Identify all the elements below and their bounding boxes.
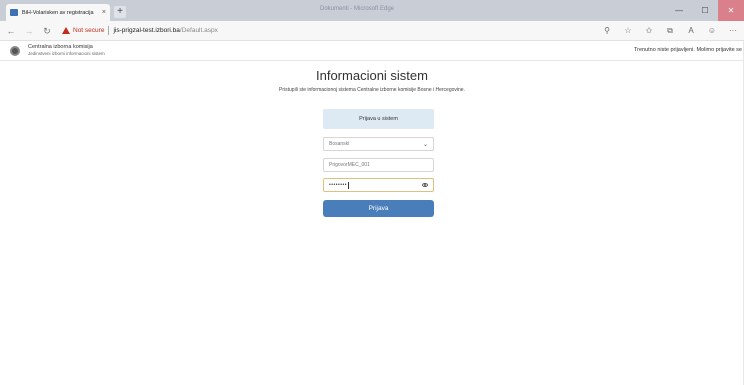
password-value: ••••••••	[329, 182, 348, 188]
url-path: /Default.aspx	[179, 27, 218, 34]
password-field[interactable]: ••••••••	[323, 178, 434, 192]
tab-close-icon[interactable]: ×	[102, 9, 106, 16]
logo-icon[interactable]	[10, 46, 20, 56]
browser-toolbar: ⚲ ☆ ✩ ⧉ A ☺ ···	[602, 24, 738, 38]
login-status: Trenutno niste prijavljeni. Molimo prija…	[633, 47, 742, 53]
tab-title: BiH-Volarisken av registracija	[22, 9, 94, 16]
org-name: Centralna izborna komisija	[28, 44, 93, 50]
language-select-value: Bosanski	[329, 141, 350, 147]
window-controls: — ☐ ✕	[666, 0, 744, 21]
login-panel-header: Prijava u sistem	[323, 109, 434, 129]
text-caret	[348, 181, 350, 189]
show-password-icon[interactable]	[422, 183, 428, 187]
more-icon[interactable]: ···	[728, 24, 738, 38]
chevron-down-icon: ⌄	[422, 141, 428, 148]
star-icon[interactable]: ☆	[623, 24, 633, 38]
maximize-icon[interactable]: ☐	[692, 0, 718, 21]
browser-tab[interactable]: BiH-Volarisken av registracija ×	[6, 4, 110, 21]
url-host: jis-prigzal-test.izbori.ba	[113, 27, 180, 34]
zoom-icon[interactable]: ⚲	[602, 24, 612, 38]
refresh-icon[interactable]: ↻	[40, 24, 54, 38]
language-select[interactable]: Bosanski ⌄	[323, 137, 434, 151]
page-title: Informacioni sistem	[316, 68, 428, 83]
browser-titlebar: BiH-Volarisken av registracija × + Dokum…	[0, 0, 744, 21]
new-tab-button[interactable]: +	[114, 6, 126, 18]
page-subtitle: Pristupili ste informacionoj sistema Cen…	[279, 87, 465, 93]
window-title: Dokumenti - Microsoft Edge	[320, 6, 395, 12]
read-aloud-icon[interactable]: A	[686, 24, 696, 38]
url-field[interactable]: Not secure jis-prigzal-test.izbori.ba /D…	[62, 24, 218, 38]
back-icon[interactable]: ←	[4, 24, 18, 38]
login-button[interactable]: Prijava	[323, 200, 434, 217]
favorites-icon[interactable]: ✩	[644, 24, 654, 38]
warning-icon	[62, 27, 70, 34]
url-divider	[108, 26, 110, 35]
collections-icon[interactable]: ⧉	[665, 24, 675, 38]
security-label[interactable]: Not secure	[73, 27, 104, 34]
org-subtitle: Jedinstveni izborni informacioni sistem	[28, 51, 105, 56]
site-header: Centralna izborna komisija Jedinstveni i…	[0, 41, 744, 61]
username-field[interactable]: PrigovorMEC_001	[323, 158, 434, 172]
minimize-icon[interactable]: —	[666, 0, 692, 21]
username-value: PrigovorMEC_001	[329, 162, 370, 168]
forward-icon[interactable]: →	[22, 24, 36, 38]
profile-icon[interactable]: ☺	[707, 24, 717, 38]
close-window-icon[interactable]: ✕	[718, 0, 744, 21]
address-bar: ← → ↻ Not secure jis-prigzal-test.izbori…	[0, 21, 744, 41]
tab-favicon-icon	[10, 9, 18, 16]
